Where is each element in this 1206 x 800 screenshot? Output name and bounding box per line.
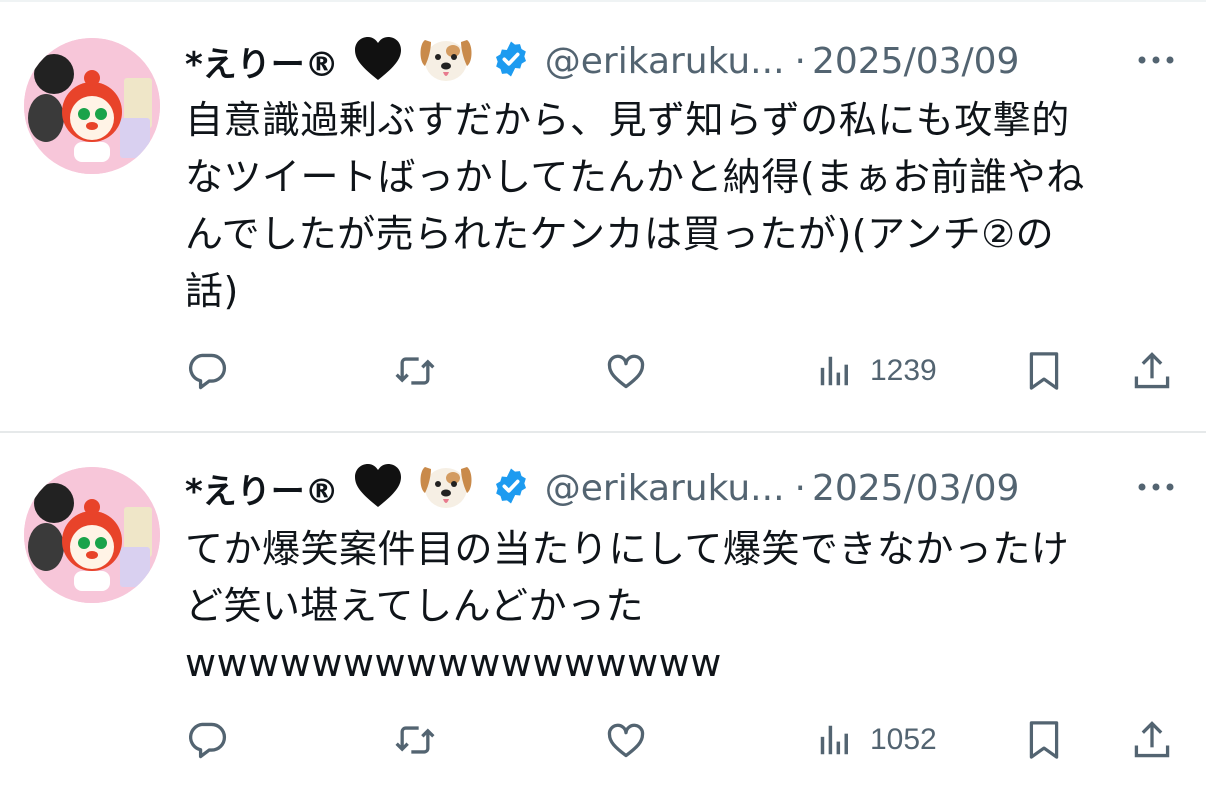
bookmark-button[interactable] [1026, 346, 1062, 396]
tweet-header: *えりー® @erikaruku... · 2025/03/09 [185, 463, 1019, 513]
share-icon [1134, 721, 1170, 758]
tweet-date[interactable]: 2025/03/09 [812, 468, 1020, 509]
black-heart-icon [353, 36, 403, 86]
avatar[interactable] [24, 38, 160, 174]
share-icon [1134, 352, 1170, 389]
avatar[interactable] [24, 467, 160, 603]
bookmark-icon [1029, 721, 1059, 759]
display-name[interactable]: *えりー® [185, 464, 339, 513]
bookmark-icon [1029, 352, 1059, 390]
tweet-1[interactable]: *えりー® @erikaruku... · 2025/03/09 自意識過剰ぶす… [0, 0, 1206, 432]
verified-badge-icon [491, 466, 531, 510]
view-count: 1052 [870, 723, 937, 756]
header-separator: · [794, 467, 806, 509]
tweet-date[interactable]: 2025/03/09 [812, 41, 1020, 82]
tweet-header: *えりー® @erikaruku... · 2025/03/09 [185, 36, 1019, 86]
retweet-button[interactable] [390, 346, 440, 396]
reply-button[interactable] [184, 346, 230, 396]
avatar-image [24, 467, 160, 603]
tweet-actions: 1052 [0, 715, 1206, 765]
dog-face-icon [417, 461, 475, 515]
retweet-icon [395, 357, 435, 385]
verified-badge-icon [491, 39, 531, 83]
share-button[interactable] [1130, 346, 1174, 396]
avatar-image [24, 38, 160, 174]
more-dots-icon[interactable] [1136, 477, 1176, 501]
views-icon [820, 356, 848, 386]
user-handle[interactable]: @erikaruku... [545, 468, 785, 509]
view-count: 1239 [870, 354, 937, 387]
reply-icon [188, 353, 227, 390]
display-name[interactable]: *えりー® [185, 37, 339, 86]
retweet-icon [395, 726, 435, 754]
dog-face-icon [417, 34, 475, 88]
tweet-text: てか爆笑案件目の当たりにして爆笑できなかったけ ど笑い堪えてしんどかった www… [185, 527, 1070, 685]
tweet-2[interactable]: *えりー® @erikaruku... · 2025/03/09 てか爆笑案件目… [0, 433, 1206, 800]
header-separator: · [794, 40, 806, 82]
like-icon [607, 723, 645, 758]
like-button[interactable] [603, 715, 649, 765]
tweet-actions: 1239 [0, 346, 1206, 396]
more-dots-icon[interactable] [1136, 50, 1176, 74]
user-handle[interactable]: @erikaruku... [545, 41, 785, 82]
bookmark-button[interactable] [1026, 715, 1062, 765]
like-button[interactable] [603, 346, 649, 396]
views-icon [820, 725, 848, 755]
black-heart-icon [353, 463, 403, 513]
views-button[interactable]: 1239 [816, 346, 937, 396]
reply-button[interactable] [184, 715, 230, 765]
tweet-text: 自意識過剰ぶすだから、見ず知らずの私にも攻撃的 なツイートばっかしてたんかと納得… [185, 98, 1085, 313]
reply-icon [188, 722, 227, 759]
views-button[interactable]: 1052 [816, 715, 937, 765]
like-icon [607, 354, 645, 389]
retweet-button[interactable] [390, 715, 440, 765]
share-button[interactable] [1130, 715, 1174, 765]
